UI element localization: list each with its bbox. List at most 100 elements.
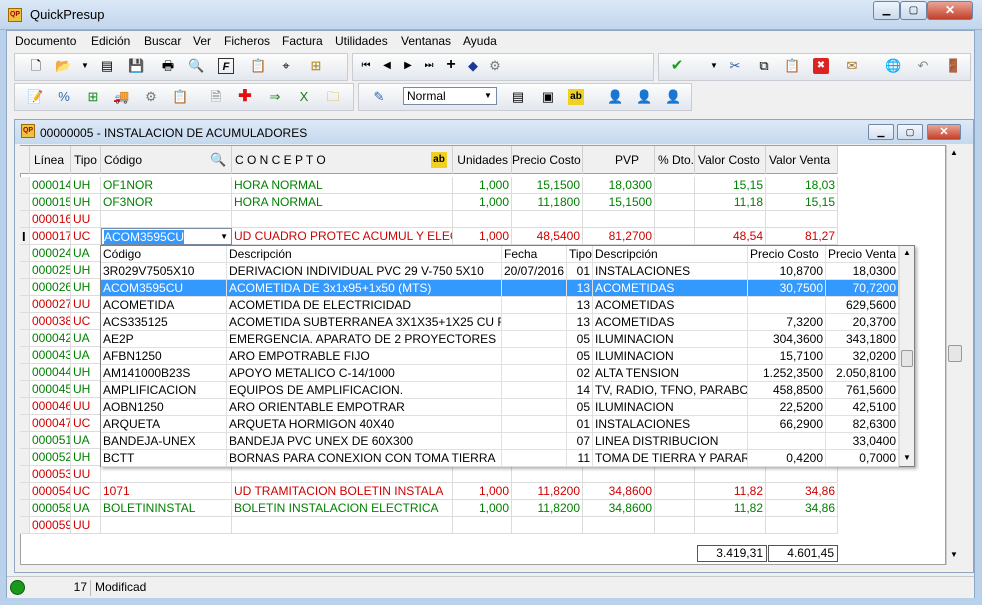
cell-tipo[interactable]: UA [71,330,101,347]
exit-door-icon[interactable]: 🚪 [945,58,961,74]
delete-icon[interactable]: ✖ [813,58,829,74]
lookup-row[interactable]: 3R029V7505X10 DERIVACION INDIVIDUAL PVC 2… [101,263,899,280]
lookup-scroll-thumb[interactable] [901,350,913,367]
lookup-cell-fecha[interactable] [502,382,567,399]
chevron-down-icon[interactable]: ▼ [481,89,495,103]
cell-dto[interactable] [655,228,695,245]
menu-buscar[interactable]: Buscar [144,34,181,48]
print-preview-icon[interactable]: 🔍 [188,58,204,74]
cell-unidades[interactable]: 1,000 [453,194,512,211]
lookup-cell-precio-venta[interactable]: 343,1800 [826,331,899,348]
diamond-icon[interactable]: ◆ [465,58,481,74]
row-indicator[interactable] [20,245,30,262]
row-indicator[interactable] [20,432,30,449]
cell-dto[interactable] [655,466,695,483]
col-unidades[interactable]: Unidades [453,146,512,174]
cell-linea[interactable]: 000014 [30,177,71,194]
cell-linea[interactable]: 000051 [30,432,71,449]
lookup-cell-tipo-descripcion[interactable]: ALTA TENSION [593,365,748,382]
lookup-cell-precio-costo[interactable]: 66,2900 [748,416,826,433]
child-close-button[interactable]: ✕ [927,124,961,140]
lookup-cell-fecha[interactable] [502,314,567,331]
add-record-icon[interactable]: + [443,57,459,73]
lookup-cell-precio-costo[interactable] [748,433,826,450]
cell-pvp[interactable] [583,517,655,534]
cell-valor-venta[interactable]: 81,27 [766,228,838,245]
first-record-icon[interactable]: ⏮ [358,58,374,74]
cell-linea[interactable]: 000042 [30,330,71,347]
cell-valor-venta[interactable]: 18,03 [766,177,838,194]
lookup-row[interactable]: AM141000B23S APOYO METALICO C-14/1000 02 AL… [101,365,899,382]
cell-concepto[interactable]: UD TRAMITACION BOLETIN INSTALA [232,483,453,500]
cell-concepto[interactable]: HORA NORMAL [232,177,453,194]
lookup-cell-codigo[interactable]: AMPLIFICACION [101,382,227,399]
chevron-down-icon[interactable]: ▼ [220,229,228,244]
col-linea[interactable]: Línea [30,146,71,174]
folder-icon[interactable]: 🗀 [325,89,341,105]
lookup-cell-tipo[interactable]: 13 [567,314,593,331]
style-select[interactable]: Normal ▼ [403,87,497,105]
stamp-icon[interactable]: ✉ [844,58,860,74]
cell-precio-costo[interactable]: 48,5400 [512,228,583,245]
cell-pvp[interactable]: 81,2700 [583,228,655,245]
row-indicator[interactable] [20,279,30,296]
cell-tipo[interactable]: UA [71,432,101,449]
search-icon[interactable]: 🔍 [210,152,226,168]
lookup-cell-tipo-descripcion[interactable]: LINEA DISTRIBUCION [593,433,748,450]
lookup-cell-codigo[interactable]: AM141000B23S [101,365,227,382]
cell-precio-costo[interactable]: 11,8200 [512,500,583,517]
table-row[interactable]: 000017 UC ACOM3595CU ▼ UD CUADRO PROTEC ACUM… [20,228,838,245]
cell-linea[interactable]: 000026 [30,279,71,296]
cell-codigo[interactable]: 1071 [101,483,232,500]
lookup-cell-descripcion[interactable]: ACOMETIDA DE 3x1x95+1x50 (MTS) [227,280,502,297]
lookup-cell-precio-costo[interactable]: 10,8700 [748,263,826,280]
lookup-cell-codigo[interactable]: BANDEJA-UNEX [101,433,227,450]
cell-concepto[interactable] [232,466,453,483]
lookup-col-precio-costo[interactable]: Precio Costo [748,246,826,263]
cell-linea[interactable]: 000043 [30,347,71,364]
cell-valor-costo[interactable]: 11,18 [695,194,766,211]
dropdown-arrow-icon[interactable]: ▼ [77,58,93,74]
lookup-col-tipo[interactable]: Tipo [567,246,593,263]
lookup-cell-descripcion[interactable]: EQUIPOS DE AMPLIFICACION. [227,382,502,399]
cell-linea[interactable]: 000047 [30,415,71,432]
lookup-cell-precio-venta[interactable]: 761,5600 [826,382,899,399]
lookup-cell-precio-costo[interactable] [748,297,826,314]
cell-tipo[interactable]: UH [71,364,101,381]
cell-linea[interactable]: 000046 [30,398,71,415]
globe-icon[interactable]: 🌐 [885,58,901,74]
cell-tipo[interactable]: UA [71,347,101,364]
lookup-cell-precio-costo[interactable]: 30,7500 [748,280,826,297]
cell-unidades[interactable]: 1,000 [453,500,512,517]
col-valor-venta[interactable]: Valor Venta [766,146,838,174]
percent-document-icon[interactable]: % [56,89,72,105]
col-pvp[interactable]: PVP [583,146,655,174]
cell-codigo[interactable]: BOLETININSTAL [101,500,232,517]
cell-precio-costo[interactable]: 11,8200 [512,483,583,500]
lookup-cell-precio-venta[interactable]: 629,5600 [826,297,899,314]
lookup-cell-tipo-descripcion[interactable]: ILUMINACION [593,331,748,348]
row-indicator[interactable] [20,177,30,194]
lookup-cell-codigo[interactable]: ACS335125 [101,314,227,331]
check-icon[interactable]: ✔ [669,58,685,74]
text-highlight-icon[interactable]: ab [568,89,584,105]
cut-icon[interactable]: ✂ [727,58,743,74]
lookup-cell-precio-costo[interactable]: 458,8500 [748,382,826,399]
user-2-icon[interactable]: 👤 [636,89,652,105]
cell-valor-costo[interactable]: 11,82 [695,483,766,500]
excel-icon[interactable]: X [296,89,312,105]
lookup-cell-precio-costo[interactable]: 1.252,3500 [748,365,826,382]
cell-linea[interactable]: 000045 [30,381,71,398]
lookup-cell-precio-venta[interactable]: 33,0400 [826,433,899,450]
scroll-up-icon[interactable]: ▲ [950,148,958,157]
lookup-scrollbar[interactable]: ▲ ▼ [899,246,914,466]
lookup-cell-descripcion[interactable]: EMERGENCIA. APARATO DE 2 PROYECTORES [227,331,502,348]
cell-valor-costo[interactable]: 48,54 [695,228,766,245]
cell-tipo[interactable]: UU [71,211,101,228]
lookup-cell-fecha[interactable] [502,365,567,382]
row-indicator[interactable] [20,364,30,381]
lookup-cell-codigo[interactable]: AFBN1250 [101,348,227,365]
lookup-cell-precio-costo[interactable]: 0,4200 [748,450,826,467]
menu-ventanas[interactable]: Ventanas [401,34,451,48]
cell-tipo[interactable]: UH [71,262,101,279]
